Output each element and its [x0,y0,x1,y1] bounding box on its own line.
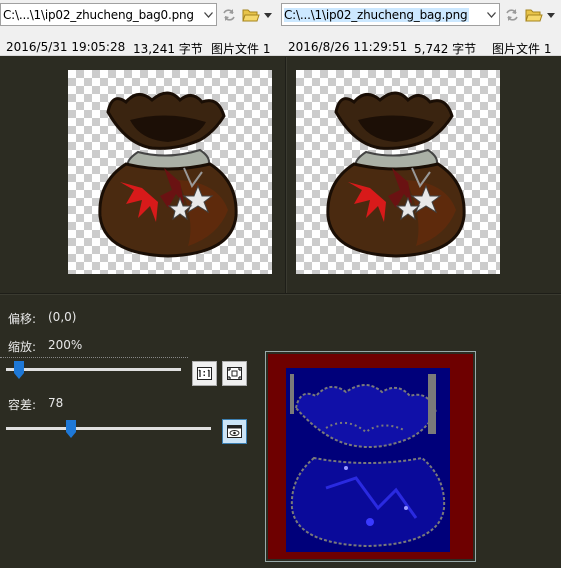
right-file-date: 2016/8/26 11:29:51 [288,40,408,54]
zoom-value: 200% [48,338,83,352]
folder-open-icon[interactable] [241,5,261,25]
focus-outline [0,357,188,358]
right-bag-image [326,91,466,258]
right-image-panel[interactable] [287,57,561,293]
left-image-canvas[interactable] [68,70,272,274]
right-path-combo[interactable]: C:\...\1\ip02_zhucheng_bag.png [281,3,500,26]
fit-to-window-button[interactable] [222,361,247,386]
difference-pattern [286,368,450,552]
left-image-panel[interactable] [0,57,285,293]
fit-to-window-icon [227,367,242,380]
left-path-text[interactable]: C:\...\1\ip02_zhucheng_bag0.png [1,8,200,22]
tolerance-slider[interactable] [6,427,211,430]
left-file-date: 2016/5/31 19:05:28 [6,40,126,54]
right-path-text[interactable]: C:\...\1\ip02_zhucheng_bag.png [282,7,470,22]
right-file-size: 5,742 字节 [414,42,477,56]
tolerance-slider-thumb[interactable] [66,420,77,438]
difference-preview[interactable] [265,351,476,562]
difference-map [268,354,473,559]
folder-dropdown-icon[interactable] [545,5,557,25]
zoom-label: 缩放: [8,340,37,354]
show-differences-button[interactable] [222,419,247,444]
file-info-bar: 2016/5/31 19:05:28 13,241 字节 图片文件 1 2016… [0,30,561,56]
horizontal-divider[interactable] [0,293,561,295]
left-file-type: 图片文件 1 [211,42,271,56]
right-file-type: 图片文件 1 [492,42,552,56]
actual-size-button[interactable] [192,361,217,386]
sync-arrow-icon[interactable] [219,5,239,25]
chevron-down-icon[interactable] [200,4,216,25]
right-path-selection[interactable]: C:\...\1\ip02_zhucheng_bag.png [284,7,470,22]
left-path-combo[interactable]: C:\...\1\ip02_zhucheng_bag0.png [0,3,217,26]
sync-arrow-icon[interactable] [502,5,522,25]
show-differences-icon [227,425,242,438]
left-file-size: 13,241 字节 [133,42,203,56]
actual-size-icon [197,367,212,380]
difference-region [286,368,450,552]
path-toolbar: C:\...\1\ip02_zhucheng_bag0.png C:\...\1… [0,0,561,30]
zoom-slider[interactable] [6,368,181,371]
tolerance-label: 容差: [8,398,37,412]
left-bag-image [98,91,238,258]
chevron-down-icon[interactable] [483,4,499,25]
folder-dropdown-icon[interactable] [262,5,274,25]
offset-value: (0,0) [48,310,77,324]
right-image-canvas[interactable] [296,70,500,274]
tolerance-value: 78 [48,396,64,410]
offset-label: 偏移: [8,312,37,326]
folder-open-icon[interactable] [524,5,544,25]
zoom-slider-thumb[interactable] [14,361,25,379]
